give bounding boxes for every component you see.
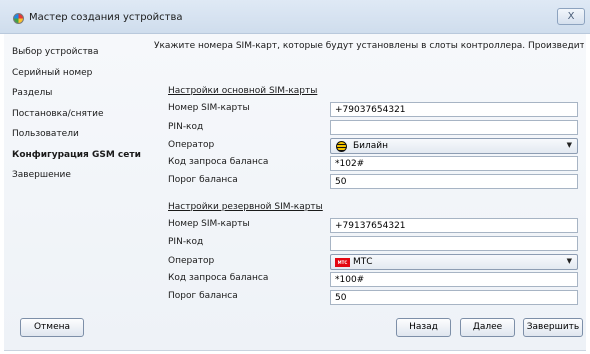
nav-item-serial-number[interactable]: Серийный номер — [12, 63, 148, 84]
backup-balance-code-label: Код запроса баланса — [168, 273, 269, 283]
backup-balance-code-input[interactable] — [330, 272, 578, 287]
app-logo-icon — [13, 13, 24, 24]
backup-operator-select[interactable]: МТС МТС ▼ — [330, 254, 578, 270]
primary-operator-label: Оператор — [168, 140, 215, 150]
nav-item-users[interactable]: Пользователи — [12, 124, 148, 145]
backup-sim-number-input[interactable] — [330, 218, 578, 233]
beeline-logo-icon — [336, 141, 347, 152]
primary-sim-number-input[interactable] — [330, 102, 578, 117]
finish-button[interactable]: Завершить — [523, 318, 583, 337]
backup-operator-label: Оператор — [168, 256, 215, 266]
primary-pin-label: PIN-код — [168, 122, 204, 132]
primary-operator-value: Билайн — [353, 141, 389, 151]
wizard-window: Мастер создания устройства X Выбор устро… — [0, 0, 590, 354]
primary-threshold-label: Порог баланса — [168, 175, 238, 185]
window-bottom-border — [4, 350, 586, 351]
backup-sim-number-label: Номер SIM-карты — [168, 219, 250, 229]
nav-item-partitions[interactable]: Разделы — [12, 83, 148, 104]
primary-sim-number-label: Номер SIM-карты — [168, 103, 250, 113]
primary-sim-section-title: Настройки основной SIM-карты — [168, 86, 318, 96]
nav-item-finish[interactable]: Завершение — [12, 165, 148, 186]
primary-balance-code-label: Код запроса баланса — [168, 157, 269, 167]
backup-operator-value: МТС — [353, 257, 373, 267]
backup-threshold-input[interactable] — [330, 290, 578, 305]
backup-threshold-label: Порог баланса — [168, 291, 238, 301]
primary-pin-input[interactable] — [330, 120, 578, 135]
nav-item-arm-disarm[interactable]: Постановка/снятие — [12, 104, 148, 125]
nav-item-gsm-config[interactable]: Конфигурация GSM сети — [12, 145, 148, 166]
primary-operator-select[interactable]: Билайн ▼ — [330, 138, 578, 154]
primary-balance-code-input[interactable] — [330, 156, 578, 171]
instruction-text: Укажите номера SIM-карт, которые будут у… — [154, 41, 584, 51]
backup-pin-label: PIN-код — [168, 237, 204, 247]
title-bar: Мастер создания устройства X — [0, 0, 590, 34]
window-title: Мастер создания устройства — [29, 12, 183, 23]
backup-pin-input[interactable] — [330, 236, 578, 251]
close-button[interactable]: X — [557, 8, 585, 25]
cancel-button[interactable]: Отмена — [20, 318, 84, 337]
wizard-steps-nav: Выбор устройства Серийный номер Разделы … — [12, 42, 148, 186]
primary-threshold-input[interactable] — [330, 174, 578, 189]
mts-logo-icon: МТС — [335, 258, 350, 267]
nav-item-device-select[interactable]: Выбор устройства — [12, 42, 148, 63]
chevron-down-icon: ▼ — [566, 257, 572, 265]
backup-sim-section-title: Настройки резервной SIM-карты — [168, 202, 323, 212]
back-button[interactable]: Назад — [396, 318, 451, 337]
chevron-down-icon: ▼ — [566, 141, 572, 149]
next-button[interactable]: Далее — [460, 318, 515, 337]
